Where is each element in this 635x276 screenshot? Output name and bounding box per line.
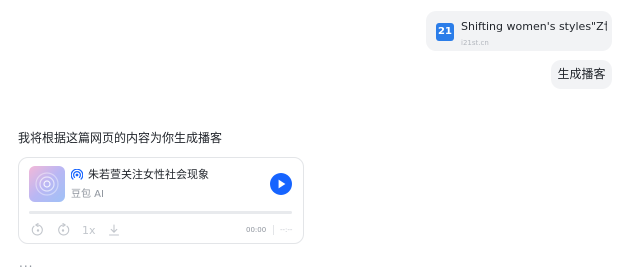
shared-link-title: Shifting women's styles"Z世… (461, 20, 607, 33)
play-icon (278, 179, 286, 189)
rewind-15-button[interactable] (31, 223, 45, 237)
user-message: 生成播客 (551, 60, 612, 89)
site-logo-icon: 21 (436, 23, 454, 41)
current-time: 00:00 (246, 226, 267, 234)
forward-15-button[interactable] (56, 223, 70, 237)
shared-link-domain: i21st.cn (461, 39, 489, 47)
site-logo-text: 21 (438, 26, 452, 37)
play-button[interactable] (270, 173, 292, 195)
shared-link-card[interactable]: 21 Shifting women's styles"Z世… i21st.cn (426, 11, 612, 51)
assistant-intro-text: 我将根据这篇网页的内容为你生成播客 (18, 131, 223, 145)
playback-speed-button[interactable]: 1x (82, 224, 96, 237)
broadcast-icon (71, 169, 83, 180)
total-time: --:-- (280, 226, 293, 234)
podcast-player-card: 朱若萱关注女性社会现象 豆包 AI 1x 00:00 --:-- (18, 157, 304, 244)
podcast-author: 豆包 AI (71, 189, 104, 200)
download-button[interactable] (107, 223, 121, 237)
podcast-cover-image (29, 166, 65, 202)
forward-15-icon (58, 223, 70, 236)
rewind-15-icon (31, 223, 43, 236)
podcast-title: 朱若萱关注女性社会现象 (88, 168, 209, 181)
time-divider (273, 225, 274, 235)
loading-indicator: ... (19, 256, 34, 270)
progress-bar[interactable] (29, 211, 292, 214)
download-icon (108, 224, 120, 236)
